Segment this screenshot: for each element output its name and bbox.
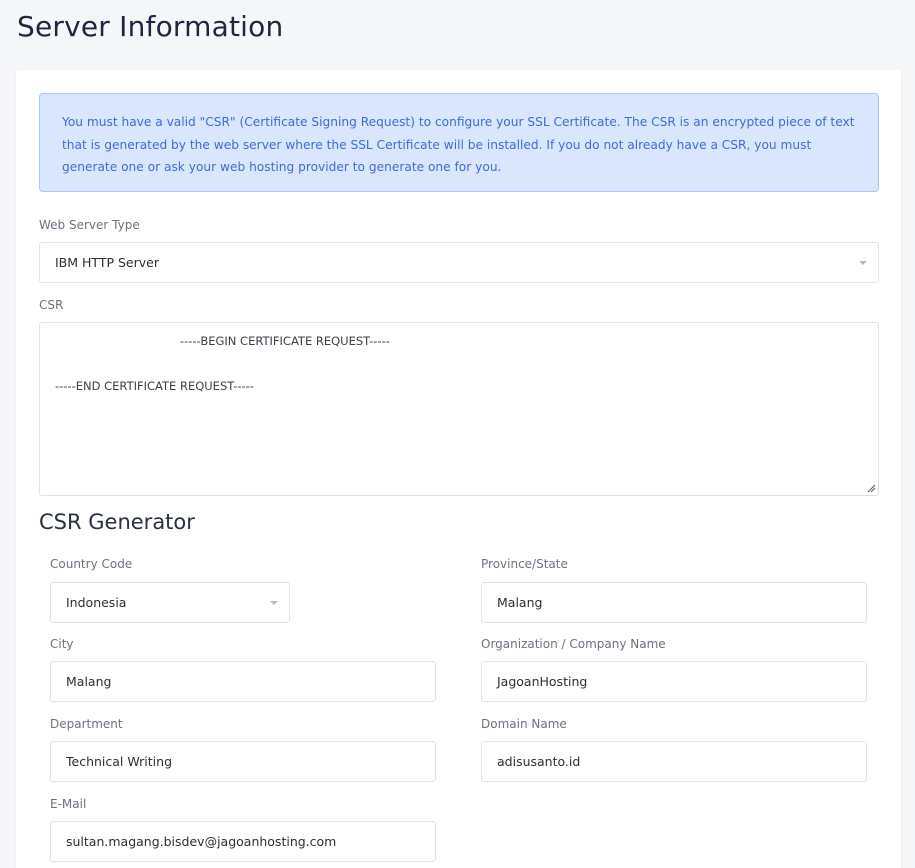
chevron-down-icon [270,600,278,605]
web-server-type-value: IBM HTTP Server [55,255,159,270]
web-server-type-label: Web Server Type [39,218,140,232]
resize-grip-icon[interactable] [866,483,876,493]
csr-label: CSR [39,298,64,312]
organization-value: JagoanHosting [497,674,588,689]
country-code-label: Country Code [50,557,133,571]
country-code-select[interactable]: Indonesia [50,582,290,623]
department-input[interactable]: Technical Writing [50,741,436,782]
domain-name-value: adisusanto.id [497,754,581,769]
csr-end-line: -----END CERTIFICATE REQUEST----- [55,379,254,393]
page-title: Server Information [17,10,284,43]
domain-name-input[interactable]: adisusanto.id [481,741,867,782]
domain-name-label: Domain Name [481,717,567,731]
city-input[interactable]: Malang [50,661,436,702]
chevron-down-icon [859,260,867,265]
csr-info-alert: You must have a valid "CSR" (Certificate… [39,93,879,192]
email-value: sultan.magang.bisdev@jagoanhosting.com [66,834,337,849]
organization-label: Organization / Company Name [481,637,666,651]
department-value: Technical Writing [66,754,173,769]
server-info-card: You must have a valid "CSR" (Certificate… [16,70,901,868]
province-input[interactable]: Malang [481,582,867,623]
web-server-type-select[interactable]: IBM HTTP Server [39,242,879,283]
csr-generator-title: CSR Generator [39,510,195,534]
country-code-value: Indonesia [66,595,127,610]
department-label: Department [50,717,123,731]
csr-textarea[interactable]: -----BEGIN CERTIFICATE REQUEST----- ----… [39,322,879,496]
csr-begin-line: -----BEGIN CERTIFICATE REQUEST----- [180,334,390,348]
province-value: Malang [497,595,543,610]
organization-input[interactable]: JagoanHosting [481,661,867,702]
email-input[interactable]: sultan.magang.bisdev@jagoanhosting.com [50,821,436,862]
city-value: Malang [66,674,112,689]
city-label: City [50,637,74,651]
province-label: Province/State [481,557,568,571]
email-label: E-Mail [50,797,87,811]
